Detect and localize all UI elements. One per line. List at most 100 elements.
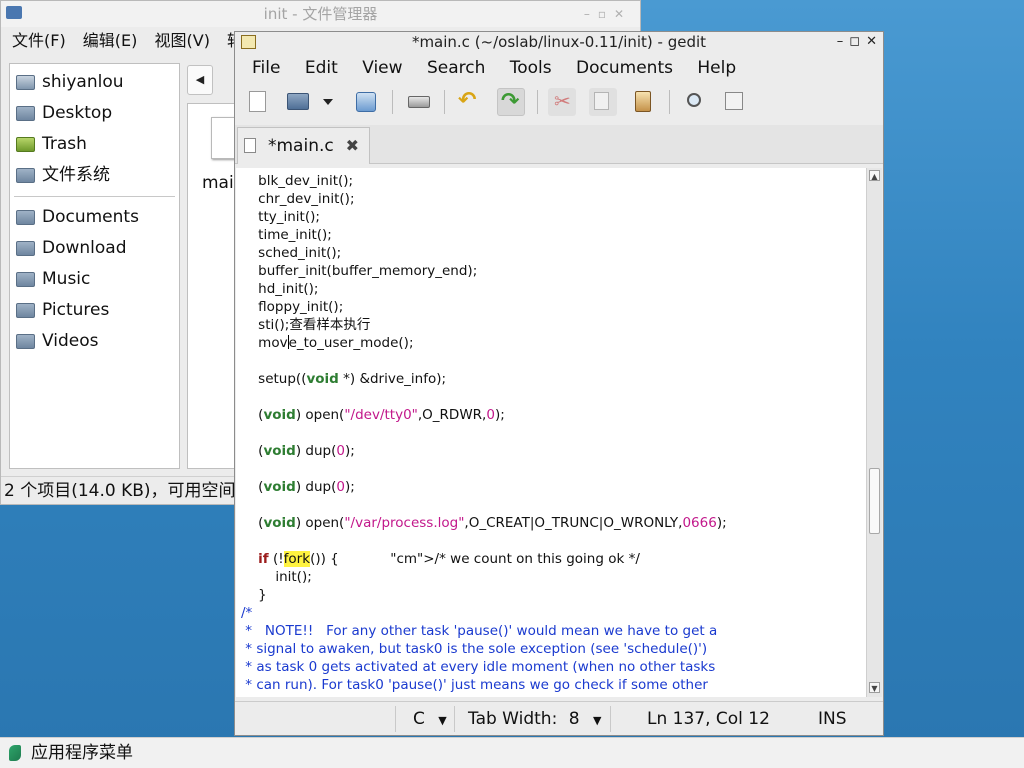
place-label: 文件系统 — [42, 165, 110, 185]
close-icon[interactable]: ✕ — [866, 34, 877, 49]
search-icon — [687, 93, 701, 107]
folder-icon — [16, 210, 35, 225]
place-filesystem[interactable]: 文件系统 — [10, 160, 179, 191]
new-document-icon — [249, 91, 266, 112]
code-line-25: /* — [241, 605, 253, 621]
place-download[interactable]: Download — [10, 233, 179, 264]
place-music[interactable]: Music — [10, 264, 179, 295]
place-label: Music — [42, 269, 91, 289]
place-trash[interactable]: Trash — [10, 129, 179, 160]
menu-view[interactable]: View — [362, 58, 402, 78]
clipboard-icon — [635, 91, 651, 112]
menu-search[interactable]: Search — [427, 58, 485, 78]
app-menu-logo-icon[interactable] — [9, 745, 21, 761]
status-divider — [454, 706, 455, 732]
place-label: Desktop — [42, 103, 113, 123]
toolbar-separator — [537, 90, 538, 114]
fm-menu-view[interactable]: 视图(V) — [155, 31, 210, 50]
chevron-down-icon: ▼ — [438, 714, 447, 727]
scroll-down-icon[interactable]: ▼ — [869, 682, 880, 693]
find-button[interactable] — [681, 88, 709, 116]
open-button[interactable] — [284, 88, 312, 116]
open-recent-dropdown[interactable] — [319, 88, 335, 116]
code-line-3: tty_init(); — [241, 209, 320, 225]
places-sidebar: shiyanlou Desktop Trash 文件系统 Documents D… — [9, 63, 180, 469]
undo-button[interactable]: ↶ — [455, 88, 483, 116]
code-line-26: * NOTE!! For any other task 'pause()' wo… — [241, 623, 718, 639]
tab-main-c[interactable]: *main.c ✖ — [237, 127, 370, 164]
place-label: shiyanlou — [42, 72, 124, 92]
scroll-up-icon[interactable]: ▲ — [869, 170, 880, 181]
fm-menu-edit[interactable]: 编辑(E) — [83, 31, 138, 50]
undo-icon: ↶ — [458, 88, 477, 113]
chevron-down-icon — [323, 99, 333, 105]
code-line-16: (void) dup(0); — [241, 443, 355, 459]
document-tabbar: *main.c ✖ — [235, 125, 883, 164]
code-line-18: (void) dup(0); — [241, 479, 355, 495]
code-line-8: floppy_init(); — [241, 299, 344, 315]
save-icon — [356, 92, 376, 112]
printer-icon — [408, 96, 430, 108]
code-line-9: sti();查看样本执行 — [241, 317, 371, 333]
toolbar-separator — [669, 90, 670, 114]
replace-button[interactable] — [721, 88, 749, 116]
tab-width-value: 8 — [568, 709, 580, 729]
menu-documents[interactable]: Documents — [576, 58, 673, 78]
folder-app-icon — [6, 6, 22, 19]
gedit-title: *main.c (~/oslab/linux-0.11/init) - gedi… — [411, 33, 707, 51]
code-line-6: buffer_init(buffer_memory_end); — [241, 263, 478, 279]
file-label[interactable]: mai — [202, 173, 234, 193]
folder-icon — [16, 241, 35, 256]
gedit-window: *main.c (~/oslab/linux-0.11/init) - gedi… — [234, 31, 884, 736]
place-desktop[interactable]: Desktop — [10, 98, 179, 129]
gedit-titlebar[interactable]: *main.c (~/oslab/linux-0.11/init) - gedi… — [235, 32, 883, 52]
code-editor[interactable]: blk_dev_init(); chr_dev_init(); tty_init… — [236, 168, 866, 697]
maximize-icon[interactable]: ◻ — [849, 34, 860, 49]
text-caret — [287, 335, 289, 349]
paste-button[interactable] — [629, 88, 657, 116]
vertical-scrollbar[interactable]: ▲ ▼ — [866, 168, 882, 697]
fm-menu-file[interactable]: 文件(F) — [12, 31, 66, 50]
menu-tools[interactable]: Tools — [510, 58, 552, 78]
redo-button[interactable]: ↷ — [497, 88, 525, 116]
open-folder-icon — [287, 93, 309, 110]
code-line-1: blk_dev_init(); — [241, 173, 354, 189]
code-line-12: setup((void *) &drive_info); — [241, 371, 447, 387]
redo-icon: ↷ — [501, 89, 520, 114]
copy-button[interactable] — [589, 88, 617, 116]
menu-help[interactable]: Help — [697, 58, 736, 78]
status-divider — [610, 706, 611, 732]
home-folder-icon — [16, 75, 35, 90]
menu-edit[interactable]: Edit — [305, 58, 338, 78]
minimize-icon[interactable]: – — [837, 34, 844, 49]
back-button[interactable]: ◀ — [187, 65, 213, 95]
tab-close-icon[interactable]: ✖ — [346, 128, 359, 164]
window-controls[interactable]: –▫✕ — [584, 1, 632, 27]
tab-label: *main.c — [268, 136, 334, 156]
cut-button[interactable]: ✂ — [548, 88, 576, 116]
application-menu-button[interactable]: 应用程序菜单 — [31, 743, 133, 763]
place-label: Videos — [42, 331, 99, 351]
code-line-23: init(); — [241, 569, 312, 585]
place-documents[interactable]: Documents — [10, 202, 179, 233]
scrollbar-thumb[interactable] — [869, 468, 880, 534]
gedit-app-icon — [241, 35, 256, 49]
gedit-menubar: File Edit View Search Tools Documents He… — [235, 52, 883, 82]
menu-file[interactable]: File — [252, 58, 280, 78]
place-label: Documents — [42, 207, 139, 227]
place-shiyanlou[interactable]: shiyanlou — [10, 67, 179, 98]
place-videos[interactable]: Videos — [10, 326, 179, 357]
save-button[interactable] — [352, 88, 380, 116]
taskbar: 应用程序菜单 — [0, 737, 1024, 768]
toolbar-separator — [392, 90, 393, 114]
print-button[interactable] — [405, 88, 433, 116]
new-document-button[interactable] — [244, 88, 272, 116]
code-line-7: hd_init(); — [241, 281, 319, 297]
place-pictures[interactable]: Pictures — [10, 295, 179, 326]
tab-width-selector[interactable]: Tab Width: 8 ▼ — [468, 702, 601, 738]
sidebar-divider — [14, 196, 175, 197]
file-manager-titlebar[interactable]: init - 文件管理器 –▫✕ — [1, 1, 640, 27]
language-selector[interactable]: C ▼ — [413, 702, 447, 738]
gedit-statusbar: C ▼ Tab Width: 8 ▼ Ln 137, Col 12 INS — [235, 701, 883, 735]
toolbar-separator — [444, 90, 445, 114]
